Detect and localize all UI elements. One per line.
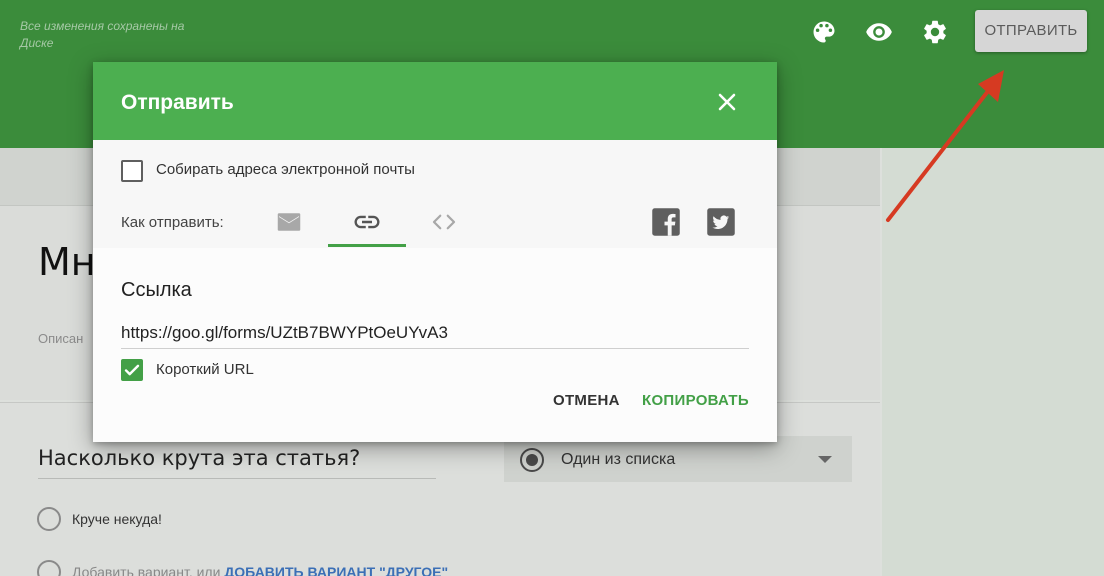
link-field-underline bbox=[121, 348, 749, 349]
option-radio[interactable] bbox=[37, 507, 61, 531]
form-description[interactable]: Описан bbox=[38, 331, 83, 346]
option-label[interactable]: Круче некуда! bbox=[72, 511, 162, 527]
palette-icon[interactable] bbox=[810, 18, 838, 46]
question-type-label: Один из списка bbox=[561, 451, 676, 468]
radio-type-icon bbox=[520, 448, 544, 472]
question-title-underline bbox=[38, 478, 436, 479]
add-other-link[interactable]: ДОБАВИТЬ ВАРИАНТ "ДРУГОЕ" bbox=[224, 564, 448, 576]
chevron-down-icon[interactable] bbox=[818, 456, 832, 463]
short-url-checkbox[interactable] bbox=[121, 359, 143, 381]
gear-icon[interactable] bbox=[921, 18, 949, 46]
save-status: Все изменения сохранены на Диске bbox=[20, 19, 185, 50]
copy-button[interactable]: КОПИРОВАТЬ bbox=[642, 392, 749, 409]
add-option-row: Добавить вариант, или ДОБАВИТЬ ВАРИАНТ "… bbox=[72, 564, 448, 576]
form-title[interactable]: Мн bbox=[38, 240, 96, 284]
link-heading: Ссылка bbox=[121, 279, 192, 301]
link-url-field[interactable]: https://goo.gl/forms/UZtB7BWYPtOeUYvA3 bbox=[121, 323, 448, 343]
add-option-or: или bbox=[196, 564, 221, 576]
arrow-annotation-icon bbox=[886, 70, 1004, 222]
question-type-select[interactable] bbox=[504, 436, 852, 482]
add-option-input[interactable]: Добавить вариант bbox=[72, 564, 189, 576]
eye-icon[interactable] bbox=[865, 18, 893, 46]
question-title[interactable]: Насколько крута эта статья? bbox=[38, 446, 360, 470]
short-url-label: Короткий URL bbox=[156, 361, 254, 378]
send-button[interactable]: ОТПРАВИТЬ bbox=[975, 10, 1087, 52]
link-panel: Ссылка https://goo.gl/forms/UZtB7BWYPtOe… bbox=[93, 62, 777, 442]
cancel-button[interactable]: ОТМЕНА bbox=[553, 392, 620, 409]
